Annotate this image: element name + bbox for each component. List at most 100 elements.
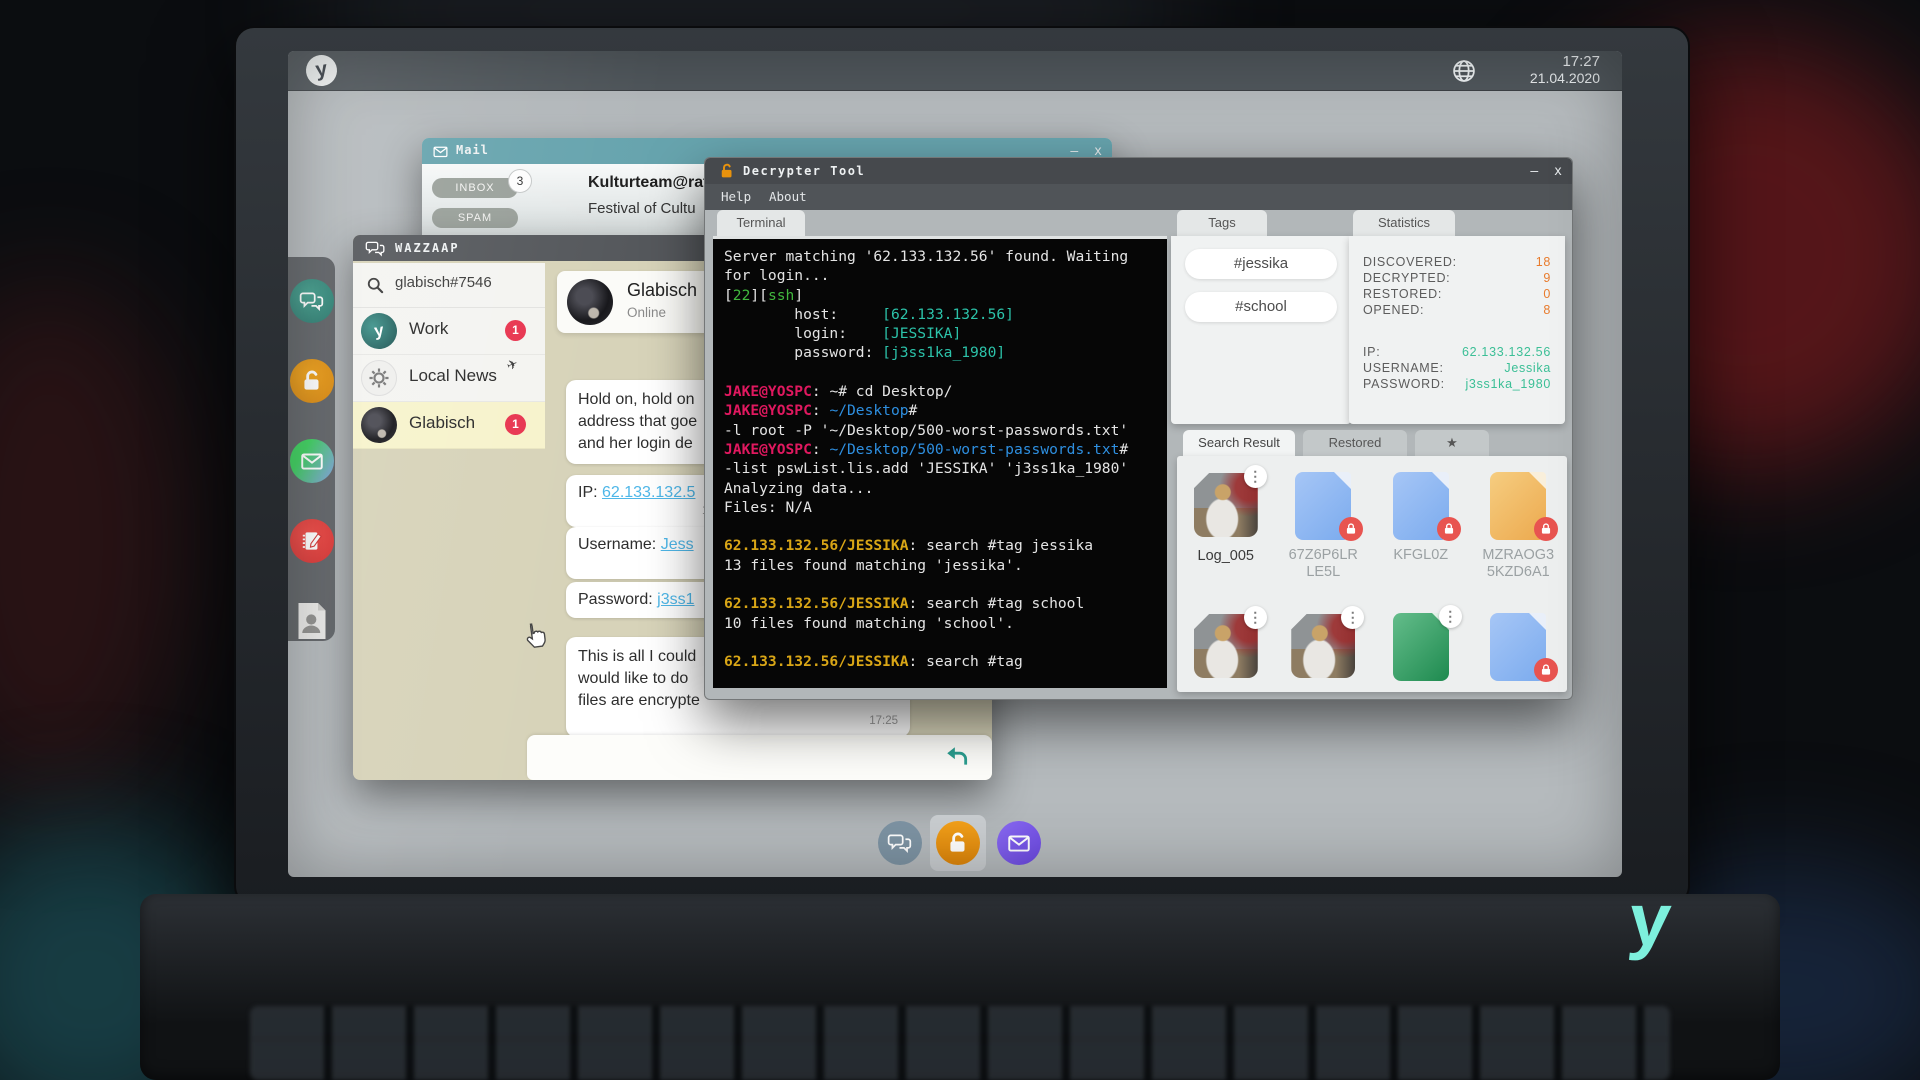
file-item[interactable] [1470, 611, 1568, 692]
file-item[interactable]: ⋮ [1177, 611, 1275, 692]
mail-folder-spam[interactable]: SPAM [432, 208, 518, 228]
tab-terminal[interactable]: Terminal [717, 210, 805, 236]
tags-panel: #jessika #school [1171, 236, 1351, 424]
search-input[interactable] [393, 273, 537, 292]
terminal-line: 62.133.132.56/JESSIKA: search #tag [724, 652, 1156, 671]
terminal-segment: JAKE@YOSPC [724, 383, 812, 400]
stat-row: DECRYPTED:9 [1363, 270, 1551, 286]
tag-pill-school[interactable]: #school [1185, 292, 1337, 322]
stat-value: 62.133.132.56 [1462, 344, 1551, 360]
username-link[interactable]: Jess [661, 536, 694, 553]
file-item[interactable]: ⋮ [1372, 611, 1470, 692]
stat-label: PASSWORD: [1363, 376, 1445, 392]
terminal-segment: 22 [733, 287, 751, 304]
message-label: Username: [578, 536, 661, 553]
terminal-output[interactable]: Server matching '62.133.132.56' found. W… [713, 236, 1167, 688]
chat-contact-status: Online [627, 305, 666, 320]
ip-link[interactable]: 62.133.132.5 [602, 484, 695, 501]
sidebar-profile-icon[interactable] [290, 599, 334, 643]
file-lock-icon [1339, 517, 1363, 541]
password-link[interactable]: j3ss1 [657, 591, 694, 608]
file-item[interactable]: KFGL0Z [1372, 470, 1470, 589]
stat-value: 18 [1536, 254, 1551, 270]
stat-label: OPENED: [1363, 302, 1424, 318]
decrypter-titlebar[interactable]: Decrypter Tool – x [705, 158, 1572, 184]
dog-avatar [361, 407, 397, 443]
file-menu-icon[interactable]: ⋮ [1439, 605, 1462, 628]
tag-pill-jessika[interactable]: #jessika [1185, 249, 1337, 279]
contact-name: Glabisch [409, 413, 475, 433]
mail-envelope-icon [432, 143, 449, 160]
email-subject[interactable]: Festival of Cultu [588, 200, 696, 217]
search-results-grid: ⋮ Log_005 67Z6P6LR LE5L KFGL0Z MZR [1177, 456, 1567, 692]
taskbar-chat-icon[interactable] [878, 821, 922, 865]
tab-statistics[interactable]: Statistics [1353, 210, 1455, 236]
tab-tags[interactable]: Tags [1177, 210, 1267, 236]
terminal-segment: login: [724, 325, 882, 342]
stat-row: RESTORED:0 [1363, 286, 1551, 302]
file-item[interactable]: MZRAOG3 5KZD6A1 [1470, 470, 1568, 589]
terminal-line: 10 files found matching 'school'. [724, 614, 1156, 633]
stat-value: 0 [1543, 286, 1551, 302]
contact-item-local-news[interactable]: Local News ✈ [353, 355, 545, 402]
tab-restored[interactable]: Restored [1303, 430, 1407, 456]
menu-about[interactable]: About [769, 189, 807, 204]
file-menu-icon[interactable]: ⋮ [1244, 606, 1267, 629]
stat-row: USERNAME:Jessika [1363, 360, 1551, 376]
terminal-segment: -list pswList.lis.add 'JESSIKA' 'j3ss1ka… [724, 460, 1128, 477]
stat-row: DISCOVERED: 18 [1363, 254, 1551, 270]
message-label: IP: [578, 484, 602, 501]
sidebar-mail-icon[interactable] [290, 439, 334, 483]
terminal-line [724, 633, 1156, 652]
menu-help[interactable]: Help [721, 189, 751, 204]
os-logo-icon: y [304, 53, 339, 88]
mail-folder-inbox[interactable]: INBOX [432, 178, 518, 198]
laptop-brand-logo: y [1600, 878, 1701, 962]
file-menu-icon[interactable]: ⋮ [1244, 465, 1267, 488]
sidebar-decrypter-icon[interactable] [290, 359, 334, 403]
contact-item-glabisch[interactable]: Glabisch 1 [353, 402, 545, 449]
sidebar-notes-icon[interactable] [290, 519, 334, 563]
tab-search-result[interactable]: Search Result [1183, 430, 1295, 456]
terminal-line [724, 575, 1156, 594]
terminal-segment: ssh [768, 287, 794, 304]
tab-favorites-star[interactable]: ★ [1415, 430, 1489, 456]
terminal-line: password: [j3ss1ka_1980] [724, 343, 1156, 362]
contact-item-work[interactable]: y Work 1 [353, 308, 545, 355]
file-item[interactable]: 67Z6P6LR LE5L [1275, 470, 1373, 589]
email-sender[interactable]: Kulturteam@rath [588, 174, 718, 192]
message-label: Password: [578, 591, 657, 608]
message-input-bar[interactable] [527, 735, 992, 780]
stat-label: USERNAME: [1363, 360, 1444, 376]
taskbar-mail-icon[interactable] [997, 821, 1041, 865]
dog-avatar [567, 279, 613, 325]
file-item[interactable]: ⋮ Log_005 [1177, 470, 1275, 589]
terminal-segment: Files: N/A [724, 499, 812, 516]
file-name: Log_005 [1180, 548, 1272, 565]
chat-contact-name: Glabisch [627, 280, 697, 301]
file-menu-icon[interactable]: ⋮ [1341, 606, 1364, 629]
file-lock-icon [1534, 658, 1558, 682]
terminal-segment: : [812, 441, 830, 458]
terminal-segment: 10 files found matching 'school'. [724, 615, 1014, 632]
minimize-button[interactable]: – [1530, 164, 1538, 179]
contact-name: Work [409, 319, 448, 339]
reply-arrow-icon[interactable] [944, 744, 970, 770]
message-time: 1 [578, 556, 718, 570]
terminal-line: 62.133.132.56/JESSIKA: search #tag jessi… [724, 536, 1156, 555]
terminal-segment: [ [724, 287, 733, 304]
terminal-segment: : search #tag [909, 653, 1023, 670]
clock-date: 21.04.2020 [1530, 70, 1600, 87]
clock-time: 17:27 [1530, 53, 1600, 70]
sidebar-chat-icon[interactable] [290, 279, 334, 323]
terminal-line: JAKE@YOSPC: ~/Desktop# [724, 401, 1156, 420]
network-globe-icon[interactable] [1450, 57, 1478, 85]
stat-row: OPENED:8 [1363, 302, 1551, 318]
stat-label: DISCOVERED: [1363, 254, 1457, 270]
plane-icon: ✈ [504, 356, 520, 375]
close-button[interactable]: x [1554, 164, 1562, 179]
terminal-line: [22][ssh] [724, 286, 1156, 305]
decrypter-menubar: Help About [705, 184, 1572, 210]
file-item[interactable]: ⋮ [1275, 611, 1373, 692]
taskbar-decrypter-icon[interactable] [936, 821, 980, 865]
